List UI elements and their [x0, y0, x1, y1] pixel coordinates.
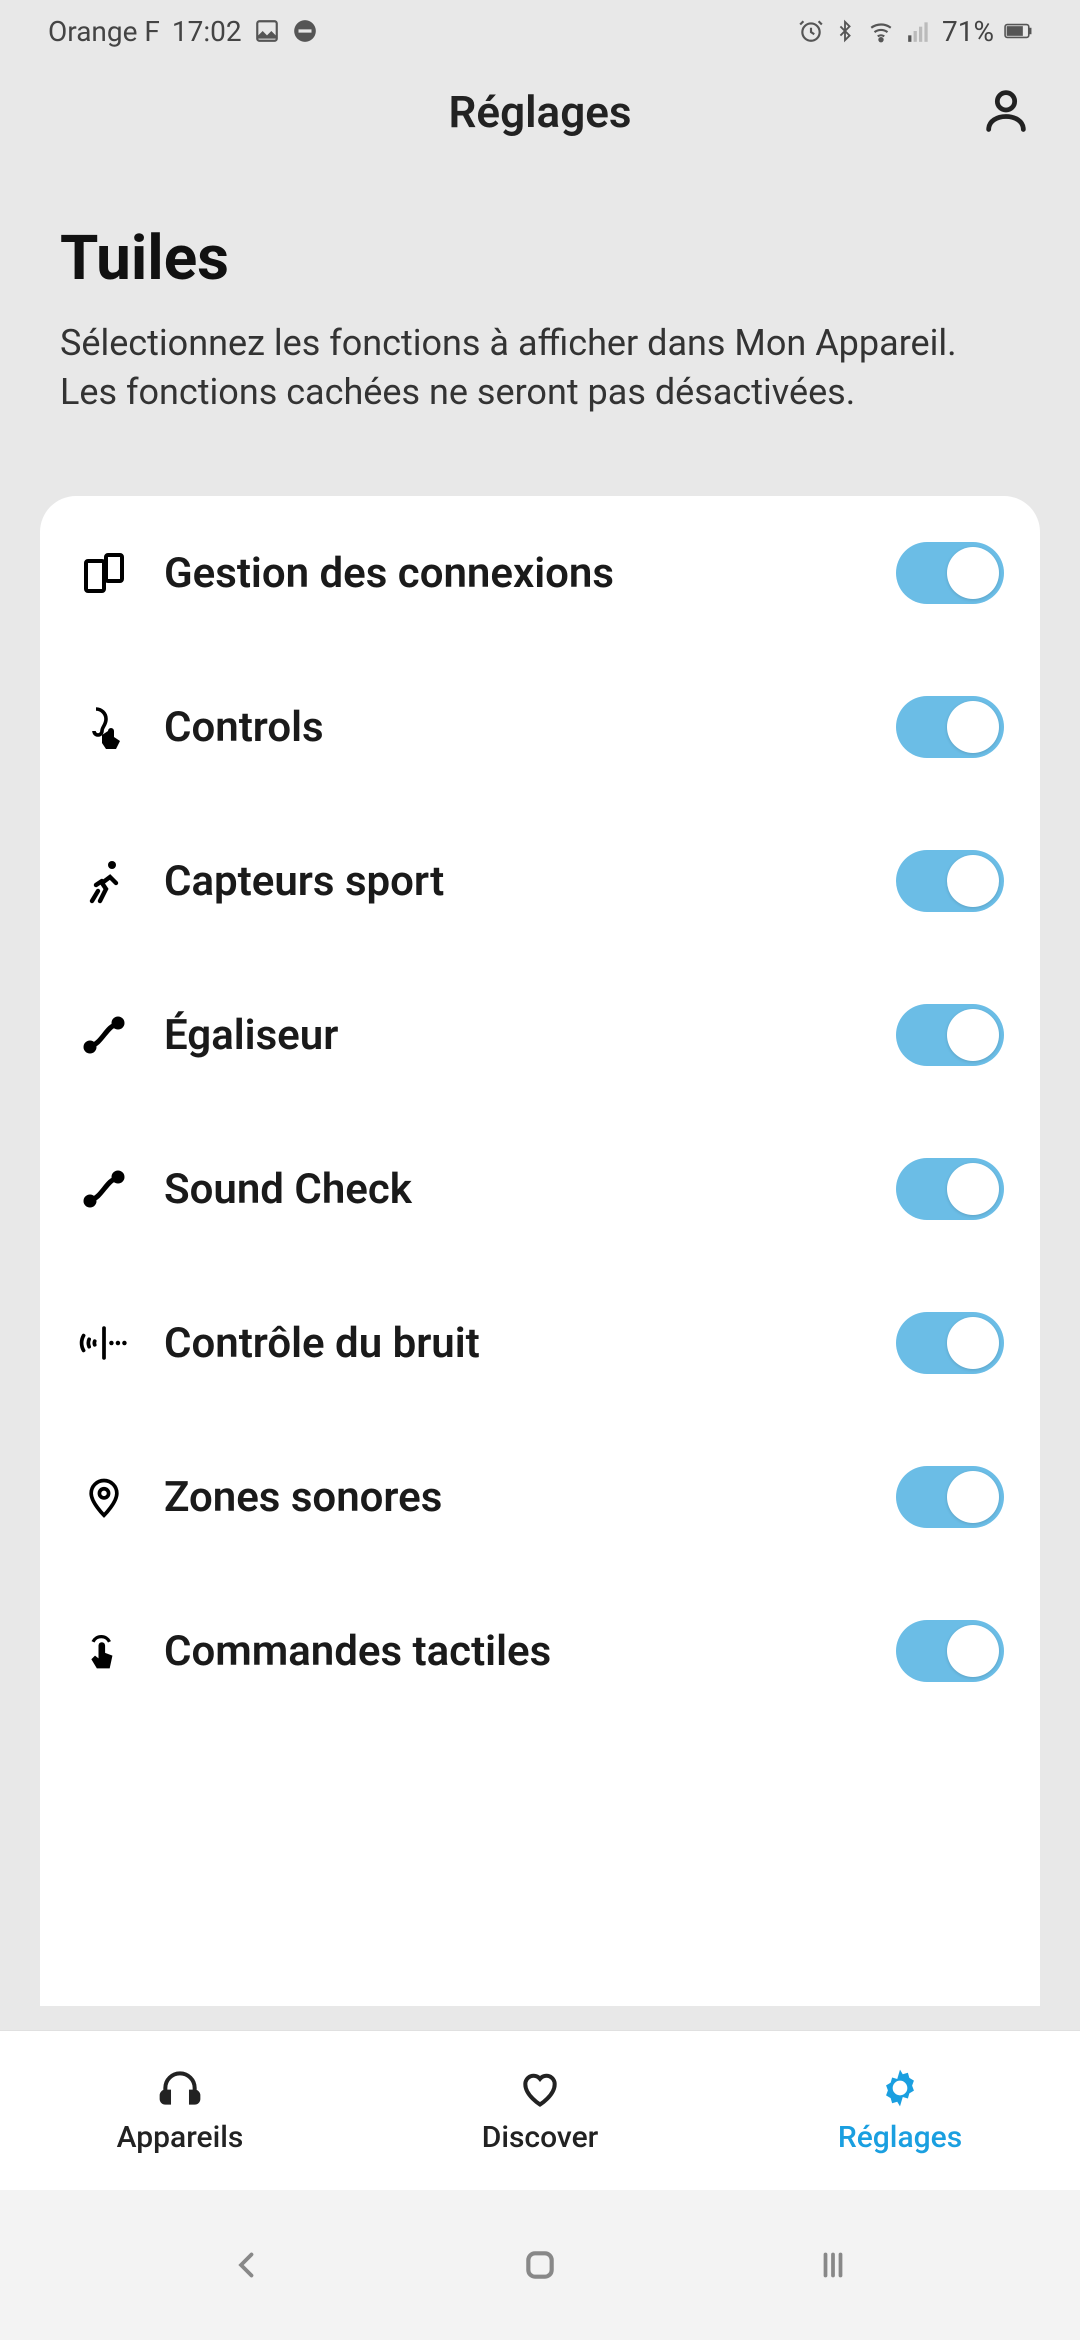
system-nav-bar	[0, 2190, 1080, 2340]
nav-label: Réglages	[838, 2120, 962, 2155]
tile-row-controls[interactable]: Controls	[40, 650, 1040, 804]
nav-label: Discover	[482, 2120, 599, 2155]
page-title: Réglages	[448, 86, 631, 138]
intro-description: Sélectionnez les fonctions à afficher da…	[60, 319, 1020, 416]
tile-label: Commandes tactiles	[164, 1627, 864, 1676]
toggle-knob	[947, 1317, 999, 1369]
image-icon	[254, 18, 280, 44]
bluetooth-icon	[834, 18, 856, 44]
runner-icon	[76, 853, 132, 909]
toggle-controls[interactable]	[896, 696, 1004, 758]
toggle-connections[interactable]	[896, 542, 1004, 604]
battery-label: 71%	[942, 15, 994, 48]
heart-icon	[515, 2066, 565, 2110]
toggle-soundcheck[interactable]	[896, 1158, 1004, 1220]
tile-label: Égaliseur	[164, 1011, 864, 1060]
wifi-icon	[866, 18, 896, 44]
status-right: 71%	[798, 15, 1032, 48]
system-recents-button[interactable]	[803, 2235, 863, 2295]
tile-label: Gestion des connexions	[164, 549, 864, 598]
tile-label: Contrôle du bruit	[164, 1319, 864, 1368]
intro-section: Tuiles Sélectionnez les fonctions à affi…	[0, 162, 1080, 456]
gear-icon	[875, 2066, 925, 2110]
pin-icon	[76, 1469, 132, 1525]
tile-row-zones[interactable]: Zones sonores	[40, 1420, 1040, 1574]
tile-row-soundcheck[interactable]: Sound Check	[40, 1112, 1040, 1266]
nav-devices[interactable]: Appareils	[0, 2031, 360, 2190]
curve-icon	[76, 1007, 132, 1063]
system-back-button[interactable]	[217, 2235, 277, 2295]
tile-label: Controls	[164, 703, 864, 752]
carrier-label: Orange F	[48, 15, 160, 48]
header: Réglages	[0, 62, 1080, 162]
system-home-button[interactable]	[510, 2235, 570, 2295]
nav-discover[interactable]: Discover	[360, 2031, 720, 2190]
toggle-knob	[947, 1009, 999, 1061]
headphones-icon	[155, 2066, 205, 2110]
toggle-sport[interactable]	[896, 850, 1004, 912]
nav-label: Appareils	[117, 2120, 244, 2155]
toggle-equalizer[interactable]	[896, 1004, 1004, 1066]
ear-touch-icon	[76, 699, 132, 755]
tiles-card: Gestion des connexions Controls Capteurs…	[40, 496, 1040, 2006]
toggle-zones[interactable]	[896, 1466, 1004, 1528]
profile-button[interactable]	[980, 84, 1032, 140]
toggle-touch[interactable]	[896, 1620, 1004, 1682]
toggle-knob	[947, 701, 999, 753]
curve-icon	[76, 1161, 132, 1217]
tile-label: Zones sonores	[164, 1473, 864, 1522]
tap-icon	[76, 1623, 132, 1679]
anc-icon	[76, 1315, 132, 1371]
toggle-knob	[947, 547, 999, 599]
alarm-icon	[798, 18, 824, 44]
toggle-knob	[947, 1163, 999, 1215]
dnd-icon	[292, 18, 318, 44]
tile-row-touch[interactable]: Commandes tactiles	[40, 1574, 1040, 1728]
tile-row-anc[interactable]: Contrôle du bruit	[40, 1266, 1040, 1420]
status-left: Orange F 17:02	[48, 15, 318, 48]
time-label: 17:02	[172, 15, 242, 48]
tile-row-equalizer[interactable]: Égaliseur	[40, 958, 1040, 1112]
tile-label: Capteurs sport	[164, 857, 864, 906]
signal-icon	[906, 18, 932, 44]
nav-settings[interactable]: Réglages	[720, 2031, 1080, 2190]
toggle-knob	[947, 855, 999, 907]
tile-row-connections[interactable]: Gestion des connexions	[40, 496, 1040, 650]
toggle-knob	[947, 1471, 999, 1523]
toggle-anc[interactable]	[896, 1312, 1004, 1374]
toggle-knob	[947, 1625, 999, 1677]
status-bar: Orange F 17:02 71%	[0, 0, 1080, 62]
tile-label: Sound Check	[164, 1165, 864, 1214]
tile-row-sport[interactable]: Capteurs sport	[40, 804, 1040, 958]
bottom-nav: Appareils Discover Réglages	[0, 2030, 1080, 2190]
battery-icon	[1004, 18, 1032, 44]
intro-title: Tuiles	[60, 222, 1020, 295]
devices-icon	[76, 545, 132, 601]
